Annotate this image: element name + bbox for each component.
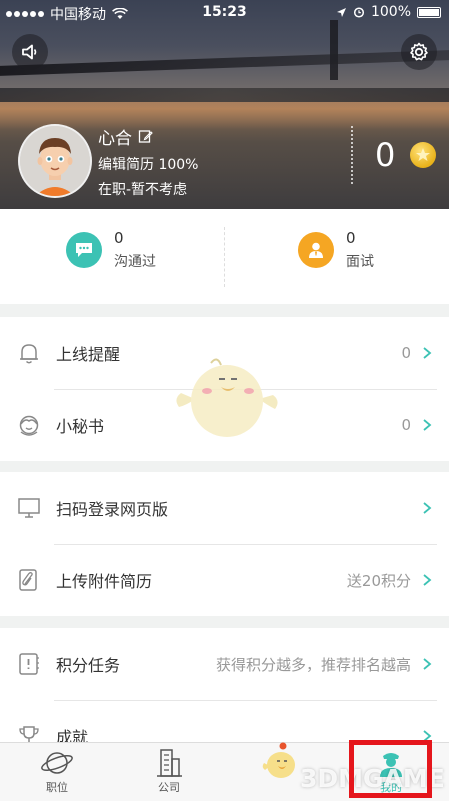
coin-icon[interactable] bbox=[410, 142, 436, 168]
chevron-right-icon bbox=[423, 658, 432, 670]
secretary-icon bbox=[19, 415, 39, 436]
profile-card[interactable]: 心合 编辑简历 100% 在职-暂不考虑 bbox=[18, 124, 198, 198]
chick-mascot-icon bbox=[262, 742, 295, 778]
list-item-upload-resume[interactable]: 上传附件简历 送20积分 bbox=[0, 544, 449, 616]
gear-icon bbox=[410, 42, 428, 61]
mascot-chick-image bbox=[176, 358, 278, 437]
attachment-icon bbox=[19, 569, 37, 591]
row-label: 成就 bbox=[56, 728, 89, 742]
settings-button[interactable] bbox=[401, 34, 437, 70]
stat-interview[interactable]: 0 面试 bbox=[298, 229, 374, 271]
row-label: 积分任务 bbox=[56, 656, 121, 675]
row-value: 送20积分 bbox=[346, 571, 411, 590]
avatar[interactable] bbox=[18, 124, 92, 198]
chevron-right-icon bbox=[423, 574, 432, 586]
stat-label: 面试 bbox=[346, 254, 374, 270]
task-book-icon bbox=[19, 653, 39, 675]
stat-count: 0 bbox=[114, 229, 124, 247]
row-value: 获得积分越多，推荐排名越高 bbox=[215, 655, 411, 674]
tab-jobs[interactable]: 职位 bbox=[22, 747, 92, 795]
stat-count: 0 bbox=[346, 229, 356, 247]
edit-icon[interactable] bbox=[138, 129, 153, 144]
status-bar: 中国移动 15:23 100% bbox=[0, 0, 449, 24]
header-divider bbox=[351, 126, 353, 184]
stat-label: 沟通过 bbox=[114, 254, 156, 270]
row-value: 0 bbox=[401, 416, 411, 434]
background-bridge bbox=[0, 50, 449, 76]
row-label: 上传附件简历 bbox=[56, 572, 153, 591]
stats-row: 0 沟通过 0 面试 bbox=[0, 209, 449, 304]
coin-count[interactable]: 0 bbox=[375, 136, 395, 174]
battery-icon bbox=[417, 6, 441, 18]
chevron-right-icon bbox=[423, 347, 432, 359]
list-group-tasks: 积分任务 获得积分越多，推荐排名越高 成就 bbox=[0, 628, 449, 742]
list-item-achievements[interactable]: 成就 bbox=[0, 700, 449, 742]
list-item-scan-login[interactable]: 扫码登录网页版 bbox=[0, 472, 449, 544]
stats-divider bbox=[224, 227, 225, 287]
list-item-points-tasks[interactable]: 积分任务 获得积分越多，推荐排名越高 bbox=[0, 628, 449, 700]
row-value: 0 bbox=[401, 344, 411, 362]
speaker-icon bbox=[22, 44, 37, 60]
person-icon bbox=[298, 232, 334, 268]
resume-completion[interactable]: 编辑简历 100% bbox=[98, 154, 298, 174]
job-status[interactable]: 在职-暂不考虑 bbox=[98, 179, 298, 199]
user-name: 心合 bbox=[98, 129, 132, 149]
background-bridge-tower bbox=[330, 20, 338, 80]
location-icon bbox=[336, 7, 346, 17]
background-skyline bbox=[0, 88, 449, 102]
row-label: 小秘书 bbox=[56, 417, 105, 436]
planet-icon bbox=[41, 752, 73, 774]
trophy-icon bbox=[19, 726, 39, 742]
chevron-right-icon bbox=[423, 419, 432, 431]
chevron-right-icon bbox=[423, 502, 432, 514]
monitor-icon bbox=[18, 498, 40, 518]
highlight-annotation-box bbox=[349, 740, 432, 798]
row-label: 扫码登录网页版 bbox=[56, 500, 169, 519]
chat-bubble-icon bbox=[66, 232, 102, 268]
alarm-icon bbox=[353, 7, 365, 18]
row-label: 上线提醒 bbox=[56, 345, 121, 364]
tab-label: 公司 bbox=[158, 781, 180, 794]
speaker-button[interactable] bbox=[12, 34, 48, 70]
bell-icon bbox=[20, 344, 38, 364]
building-icon bbox=[157, 749, 182, 777]
list-group-tools: 扫码登录网页版 上传附件简历 送20积分 bbox=[0, 472, 449, 616]
stat-chatted[interactable]: 0 沟通过 bbox=[66, 229, 156, 271]
profile-header: 中国移动 15:23 100% 心合 编辑简历 100% 在职-暂不考虑 0 bbox=[0, 0, 449, 209]
tab-companies[interactable]: 公司 bbox=[134, 747, 204, 795]
battery-percent: 100% bbox=[370, 4, 411, 20]
tab-label: 职位 bbox=[46, 781, 68, 794]
